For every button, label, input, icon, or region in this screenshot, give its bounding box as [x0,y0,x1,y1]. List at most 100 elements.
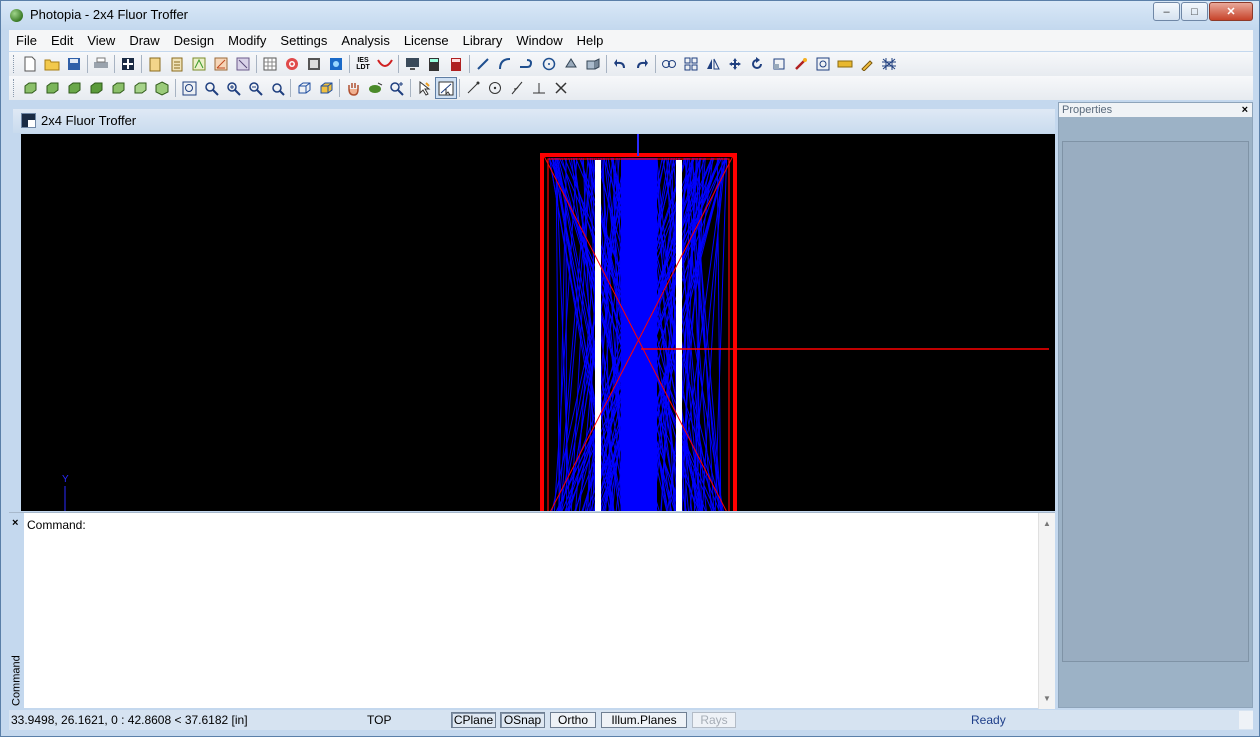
toolbar-grip[interactable] [13,55,16,73]
render-icon[interactable] [325,53,347,75]
save-icon[interactable] [63,53,85,75]
material-icon[interactable] [232,53,254,75]
curve-icon[interactable] [374,53,396,75]
resize-grip[interactable] [1239,711,1253,729]
view-iso-7-icon[interactable] [151,77,173,99]
document-tab[interactable]: 2x4 Fluor Troffer [13,109,1055,133]
command-prompt[interactable]: Command: [27,518,86,532]
properties-header: Properties × [1059,103,1252,117]
illum-planes-toggle[interactable]: Illum.Planes [601,712,687,728]
toolbar-grip[interactable] [13,79,16,97]
snap-center-icon[interactable] [484,77,506,99]
menu-settings[interactable]: Settings [273,33,334,48]
maximize-button[interactable]: □ [1181,2,1208,21]
wand-icon[interactable] [790,53,812,75]
array-icon[interactable] [680,53,702,75]
menu-edit[interactable]: Edit [44,33,80,48]
photometric-icon[interactable] [188,53,210,75]
close-button[interactable]: ✕ [1209,2,1253,21]
menu-draw[interactable]: Draw [122,33,166,48]
pan-hand-icon[interactable] [342,77,364,99]
edit-icon[interactable] [856,53,878,75]
menu-license[interactable]: License [397,33,456,48]
polyline-icon[interactable] [516,53,538,75]
drawing-viewport[interactable]: Y [21,134,1055,511]
menu-analysis[interactable]: Analysis [334,33,396,48]
calculator-red-icon[interactable] [445,53,467,75]
select-pointer-icon[interactable] [413,77,435,99]
view-iso-3-icon[interactable] [63,77,85,99]
rotate-icon[interactable] [746,53,768,75]
focus-icon[interactable] [812,53,834,75]
menu-window[interactable]: Window [509,33,569,48]
circle-icon[interactable] [538,53,560,75]
view-iso-1-icon[interactable] [19,77,41,99]
zoom-in-icon[interactable] [222,77,244,99]
osnap-toggle[interactable]: OSnap [500,712,545,728]
view-iso-5-icon[interactable] [107,77,129,99]
angle-icon[interactable] [210,53,232,75]
orbit-icon[interactable] [364,77,386,99]
luminaire-drawing [21,134,1055,511]
rotate-3d-icon[interactable] [560,53,582,75]
rays-toggle[interactable]: Rays [692,712,736,728]
target-icon[interactable] [281,53,303,75]
print-icon[interactable] [90,53,112,75]
grid-icon[interactable] [259,53,281,75]
calculator-icon[interactable] [423,53,445,75]
select-window-icon[interactable] [435,77,457,99]
command-scrollbar[interactable]: ▲ ▼ [1038,513,1055,709]
monitor-icon[interactable] [401,53,423,75]
ruler-icon[interactable] [834,53,856,75]
move-icon[interactable] [724,53,746,75]
mesh-icon[interactable] [878,53,900,75]
menu-design[interactable]: Design [167,33,221,48]
snap-tangent-icon[interactable] [506,77,528,99]
arc-icon[interactable] [494,53,516,75]
scroll-down-icon[interactable]: ▼ [1043,694,1051,703]
scale-icon[interactable] [768,53,790,75]
menu-help[interactable]: Help [570,33,611,48]
link-icon[interactable] [658,53,680,75]
extrude-icon[interactable] [582,53,604,75]
snap-intersection-icon[interactable] [550,77,572,99]
main-toolbar: IES LDT [9,52,1253,76]
cube-solid-icon[interactable] [315,77,337,99]
report-icon[interactable] [144,53,166,75]
cube-wire-icon[interactable] [293,77,315,99]
command-close-button[interactable]: × [12,517,18,529]
view-iso-4-icon[interactable] [85,77,107,99]
properties-close-button[interactable]: × [1242,103,1248,117]
view-iso-2-icon[interactable] [41,77,63,99]
menu-file[interactable]: File [9,33,44,48]
scroll-up-icon[interactable]: ▲ [1043,519,1051,528]
ortho-toggle[interactable]: Ortho [550,712,596,728]
redo-icon[interactable] [631,53,653,75]
open-folder-icon[interactable] [41,53,63,75]
zoom-extents-icon[interactable] [178,77,200,99]
title-bar[interactable]: Photopia - 2x4 Fluor Troffer – □ ✕ [1,1,1259,30]
minimize-button[interactable]: – [1153,2,1180,21]
ies-ldt-icon[interactable]: IES LDT [352,53,374,75]
notes-icon[interactable] [166,53,188,75]
shade-icon[interactable] [303,53,325,75]
undo-icon[interactable] [609,53,631,75]
snap-perpendicular-icon[interactable] [528,77,550,99]
zoom-realtime-icon[interactable] [386,77,408,99]
status-ready: Ready [971,713,1006,727]
snap-end-icon[interactable] [462,77,484,99]
layers-icon[interactable] [117,53,139,75]
zoom-window-icon[interactable] [200,77,222,99]
command-side-label: Command [9,653,24,708]
new-file-icon[interactable] [19,53,41,75]
mirror-icon[interactable] [702,53,724,75]
menu-library[interactable]: Library [456,33,510,48]
view-iso-6-icon[interactable] [129,77,151,99]
zoom-previous-icon[interactable] [266,77,288,99]
zoom-out-icon[interactable] [244,77,266,99]
menu-modify[interactable]: Modify [221,33,273,48]
line-icon[interactable] [472,53,494,75]
ray-trace-lines [549,158,727,511]
cplane-toggle[interactable]: CPlane [451,712,496,728]
menu-view[interactable]: View [80,33,122,48]
